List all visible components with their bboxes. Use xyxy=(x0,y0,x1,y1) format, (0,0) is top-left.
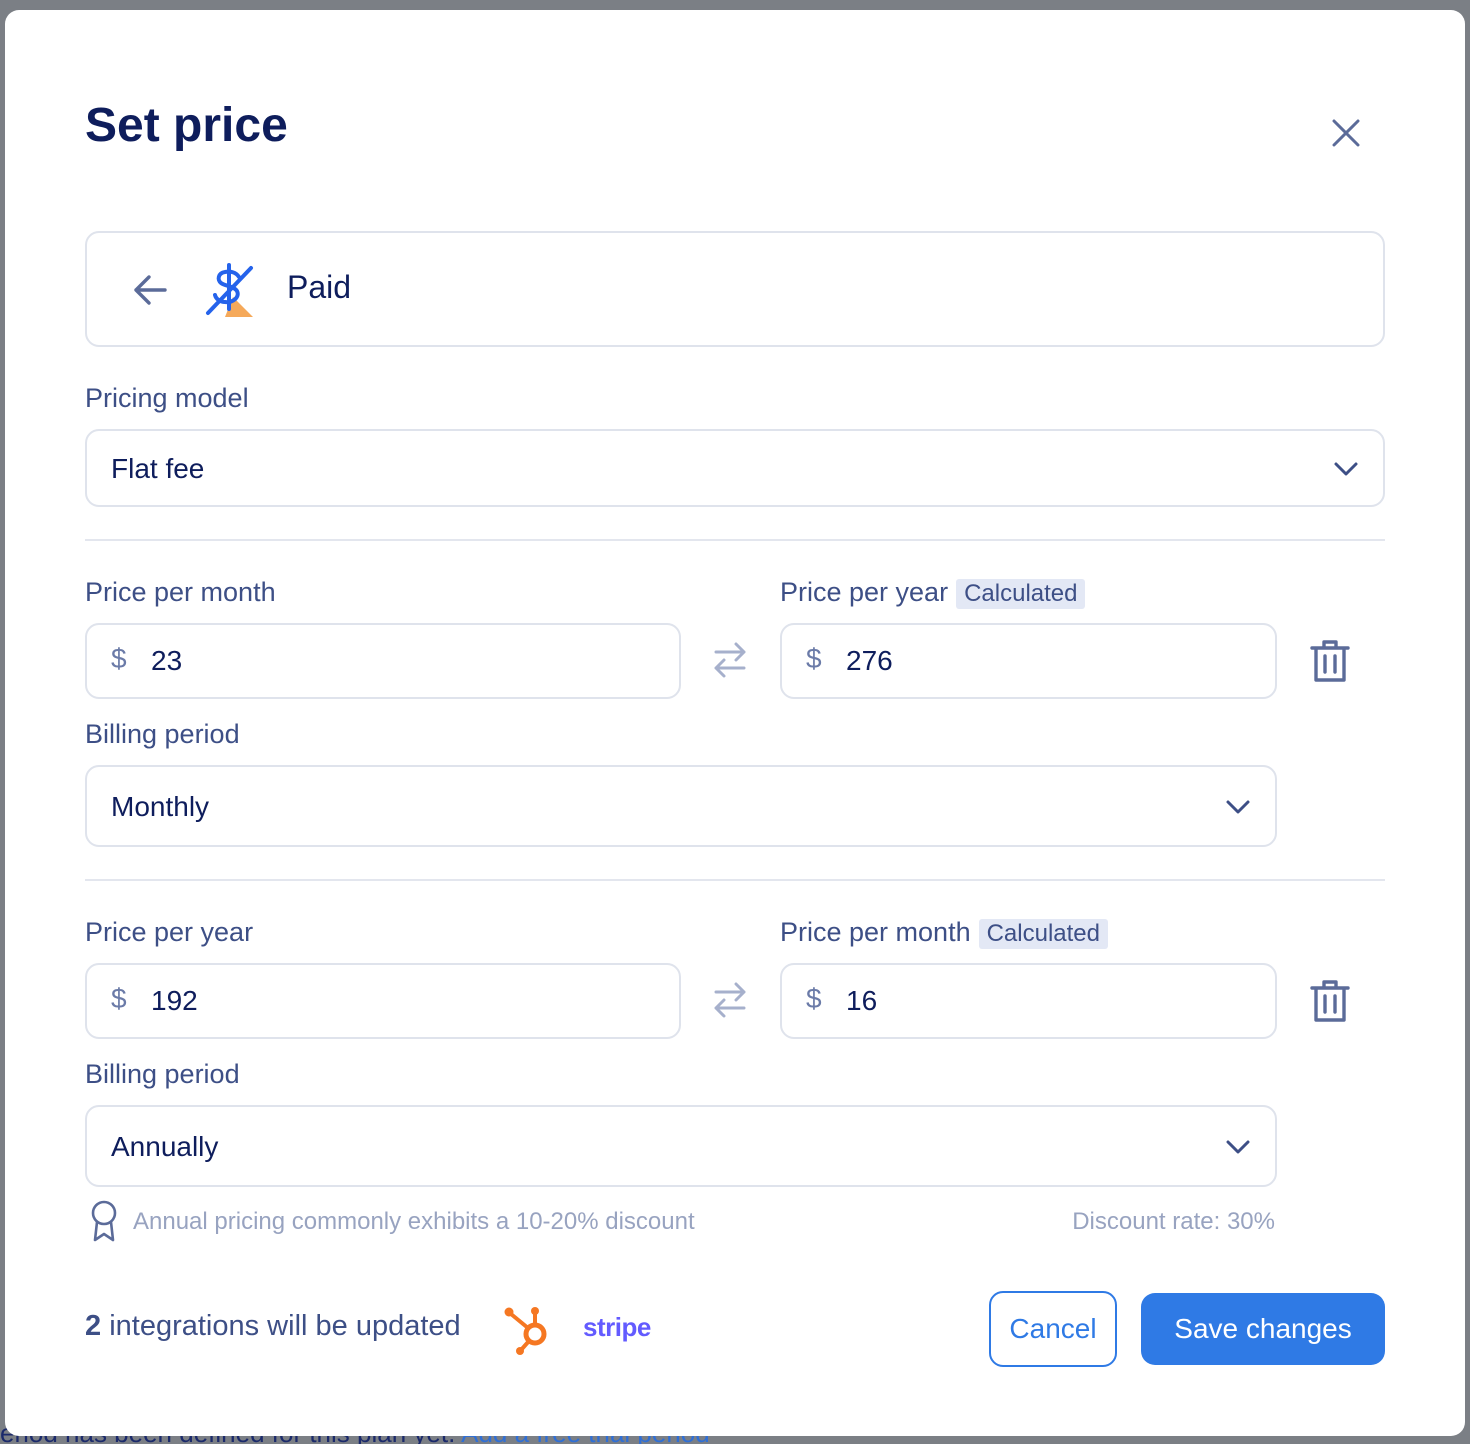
price-per-year-input[interactable] xyxy=(151,979,571,1023)
pricing-model-select[interactable]: Flat fee xyxy=(85,429,1385,507)
pricing-model-label: Pricing model xyxy=(85,383,249,413)
billing-period-select[interactable]: Monthly xyxy=(85,765,1277,847)
swap-icon[interactable] xyxy=(710,640,750,680)
integrations-notice: 2 integrations will be updated xyxy=(85,1310,461,1343)
price-per-year-label: Price per year xyxy=(85,917,254,947)
swap-icon[interactable] xyxy=(710,980,750,1020)
calculated-badge: Calculated xyxy=(978,919,1108,949)
price-per-month-input[interactable] xyxy=(846,979,1266,1023)
trash-icon[interactable] xyxy=(1309,638,1351,684)
paid-dollar-icon xyxy=(206,263,253,317)
price-per-month-input[interactable] xyxy=(151,639,571,683)
price-per-month-label: Price per month Calculated xyxy=(780,917,1108,949)
close-icon xyxy=(1332,119,1360,147)
price-per-month-field: $ xyxy=(85,623,681,699)
cancel-button[interactable]: Cancel xyxy=(989,1291,1117,1367)
stripe-logo: stripe xyxy=(583,1312,651,1342)
price-per-month-label-text: Price per month xyxy=(780,917,971,947)
arrow-left-icon[interactable] xyxy=(131,271,169,309)
integrations-count: 2 xyxy=(85,1310,102,1342)
chevron-down-icon xyxy=(1334,462,1358,476)
price-per-year-input[interactable] xyxy=(846,639,1266,683)
discount-hint: Annual pricing commonly exhibits a 10-20… xyxy=(133,1208,695,1235)
price-per-year-field: $ xyxy=(780,623,1277,699)
price-per-year-label-text: Price per year xyxy=(780,577,949,607)
plan-name: Paid xyxy=(287,269,352,305)
billing-period-label: Billing period xyxy=(85,719,240,749)
currency-symbol: $ xyxy=(111,643,127,674)
billing-period-value: Monthly xyxy=(111,791,210,822)
price-per-month-field: $ xyxy=(780,963,1277,1039)
set-price-modal: Set price Paid Pricing model Flat fee Pr… xyxy=(5,10,1465,1436)
divider xyxy=(85,539,1385,541)
plan-card: Paid xyxy=(85,231,1385,347)
close-button[interactable] xyxy=(1323,110,1369,156)
billing-period-select[interactable]: Annually xyxy=(85,1105,1277,1187)
hubspot-icon xyxy=(504,1307,547,1355)
save-changes-button[interactable]: Save changes xyxy=(1141,1293,1385,1365)
modal-title: Set price xyxy=(85,99,288,152)
price-per-month-label: Price per month xyxy=(85,577,276,607)
chevron-down-icon xyxy=(1226,800,1250,814)
divider xyxy=(85,879,1385,881)
currency-symbol: $ xyxy=(806,983,822,1014)
trash-icon[interactable] xyxy=(1309,978,1351,1024)
award-icon xyxy=(91,1200,117,1242)
calculated-badge: Calculated xyxy=(956,579,1086,609)
price-per-year-label: Price per year Calculated xyxy=(780,577,1086,609)
price-per-year-field: $ xyxy=(85,963,681,1039)
currency-symbol: $ xyxy=(806,643,822,674)
integrations-text: integrations will be updated xyxy=(101,1310,461,1342)
billing-period-value: Annually xyxy=(111,1131,219,1162)
pricing-model-value: Flat fee xyxy=(111,453,205,484)
currency-symbol: $ xyxy=(111,983,127,1014)
discount-rate: Discount rate: 30% xyxy=(1072,1208,1275,1235)
billing-period-label: Billing period xyxy=(85,1059,240,1089)
chevron-down-icon xyxy=(1226,1140,1250,1154)
